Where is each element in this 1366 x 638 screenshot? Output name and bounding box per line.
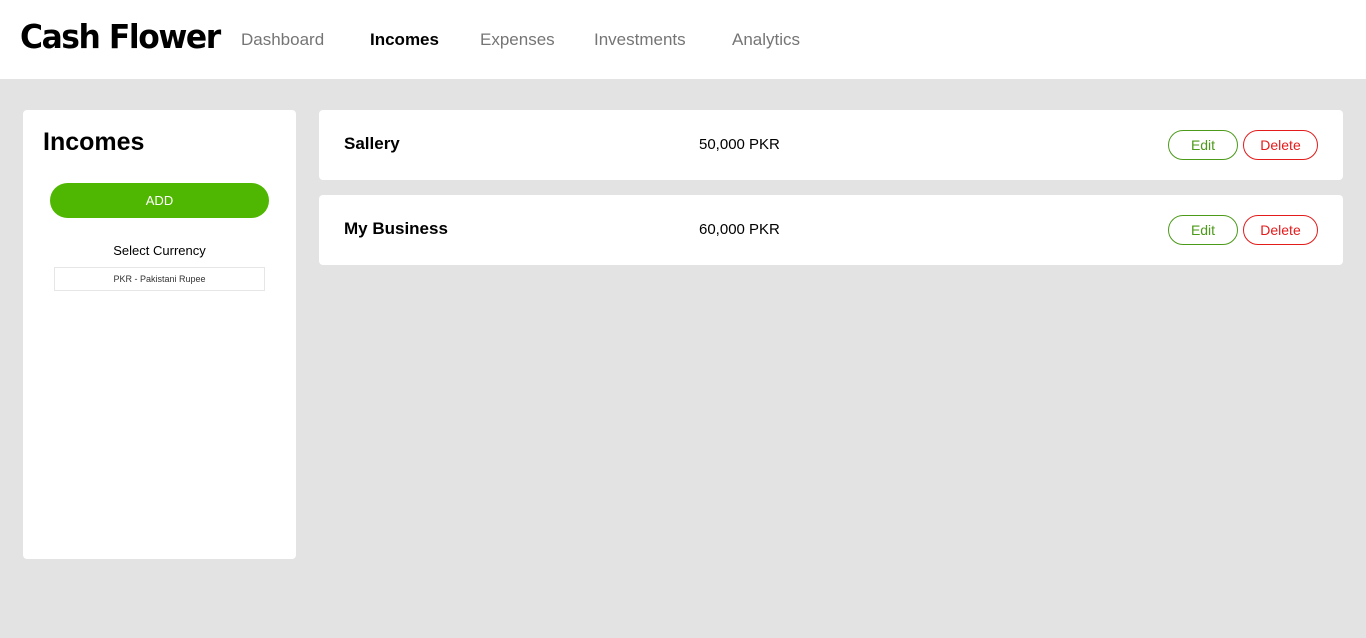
nav-expenses[interactable]: Expenses bbox=[480, 30, 555, 50]
edit-button[interactable]: Edit bbox=[1168, 130, 1238, 160]
income-name: Sallery bbox=[344, 134, 400, 153]
delete-button[interactable]: Delete bbox=[1243, 215, 1318, 245]
delete-button[interactable]: Delete bbox=[1243, 130, 1318, 160]
income-amount: 60,000 PKR bbox=[699, 221, 780, 238]
income-amount: 50,000 PKR bbox=[699, 136, 780, 153]
top-navbar: Cash Flower Dashboard Incomes Expenses I… bbox=[0, 0, 1366, 79]
nav-analytics[interactable]: Analytics bbox=[732, 30, 800, 50]
edit-button[interactable]: Edit bbox=[1168, 215, 1238, 245]
currency-select[interactable]: PKR - Pakistani Rupee bbox=[54, 267, 265, 291]
app-logo[interactable]: Cash Flower bbox=[20, 17, 221, 56]
add-income-button[interactable]: ADD bbox=[50, 183, 269, 218]
nav-incomes[interactable]: Incomes bbox=[370, 30, 439, 50]
income-name: My Business bbox=[344, 219, 448, 238]
income-card: My Business 60,000 PKR Edit Delete bbox=[319, 195, 1343, 265]
panel-title: Incomes bbox=[43, 128, 145, 156]
currency-label: Select Currency bbox=[113, 243, 206, 258]
nav-dashboard[interactable]: Dashboard bbox=[241, 30, 324, 50]
incomes-side-panel: Incomes ADD Select Currency PKR - Pakist… bbox=[23, 110, 296, 559]
nav-investments[interactable]: Investments bbox=[594, 30, 686, 50]
income-card: Sallery 50,000 PKR Edit Delete bbox=[319, 110, 1343, 180]
